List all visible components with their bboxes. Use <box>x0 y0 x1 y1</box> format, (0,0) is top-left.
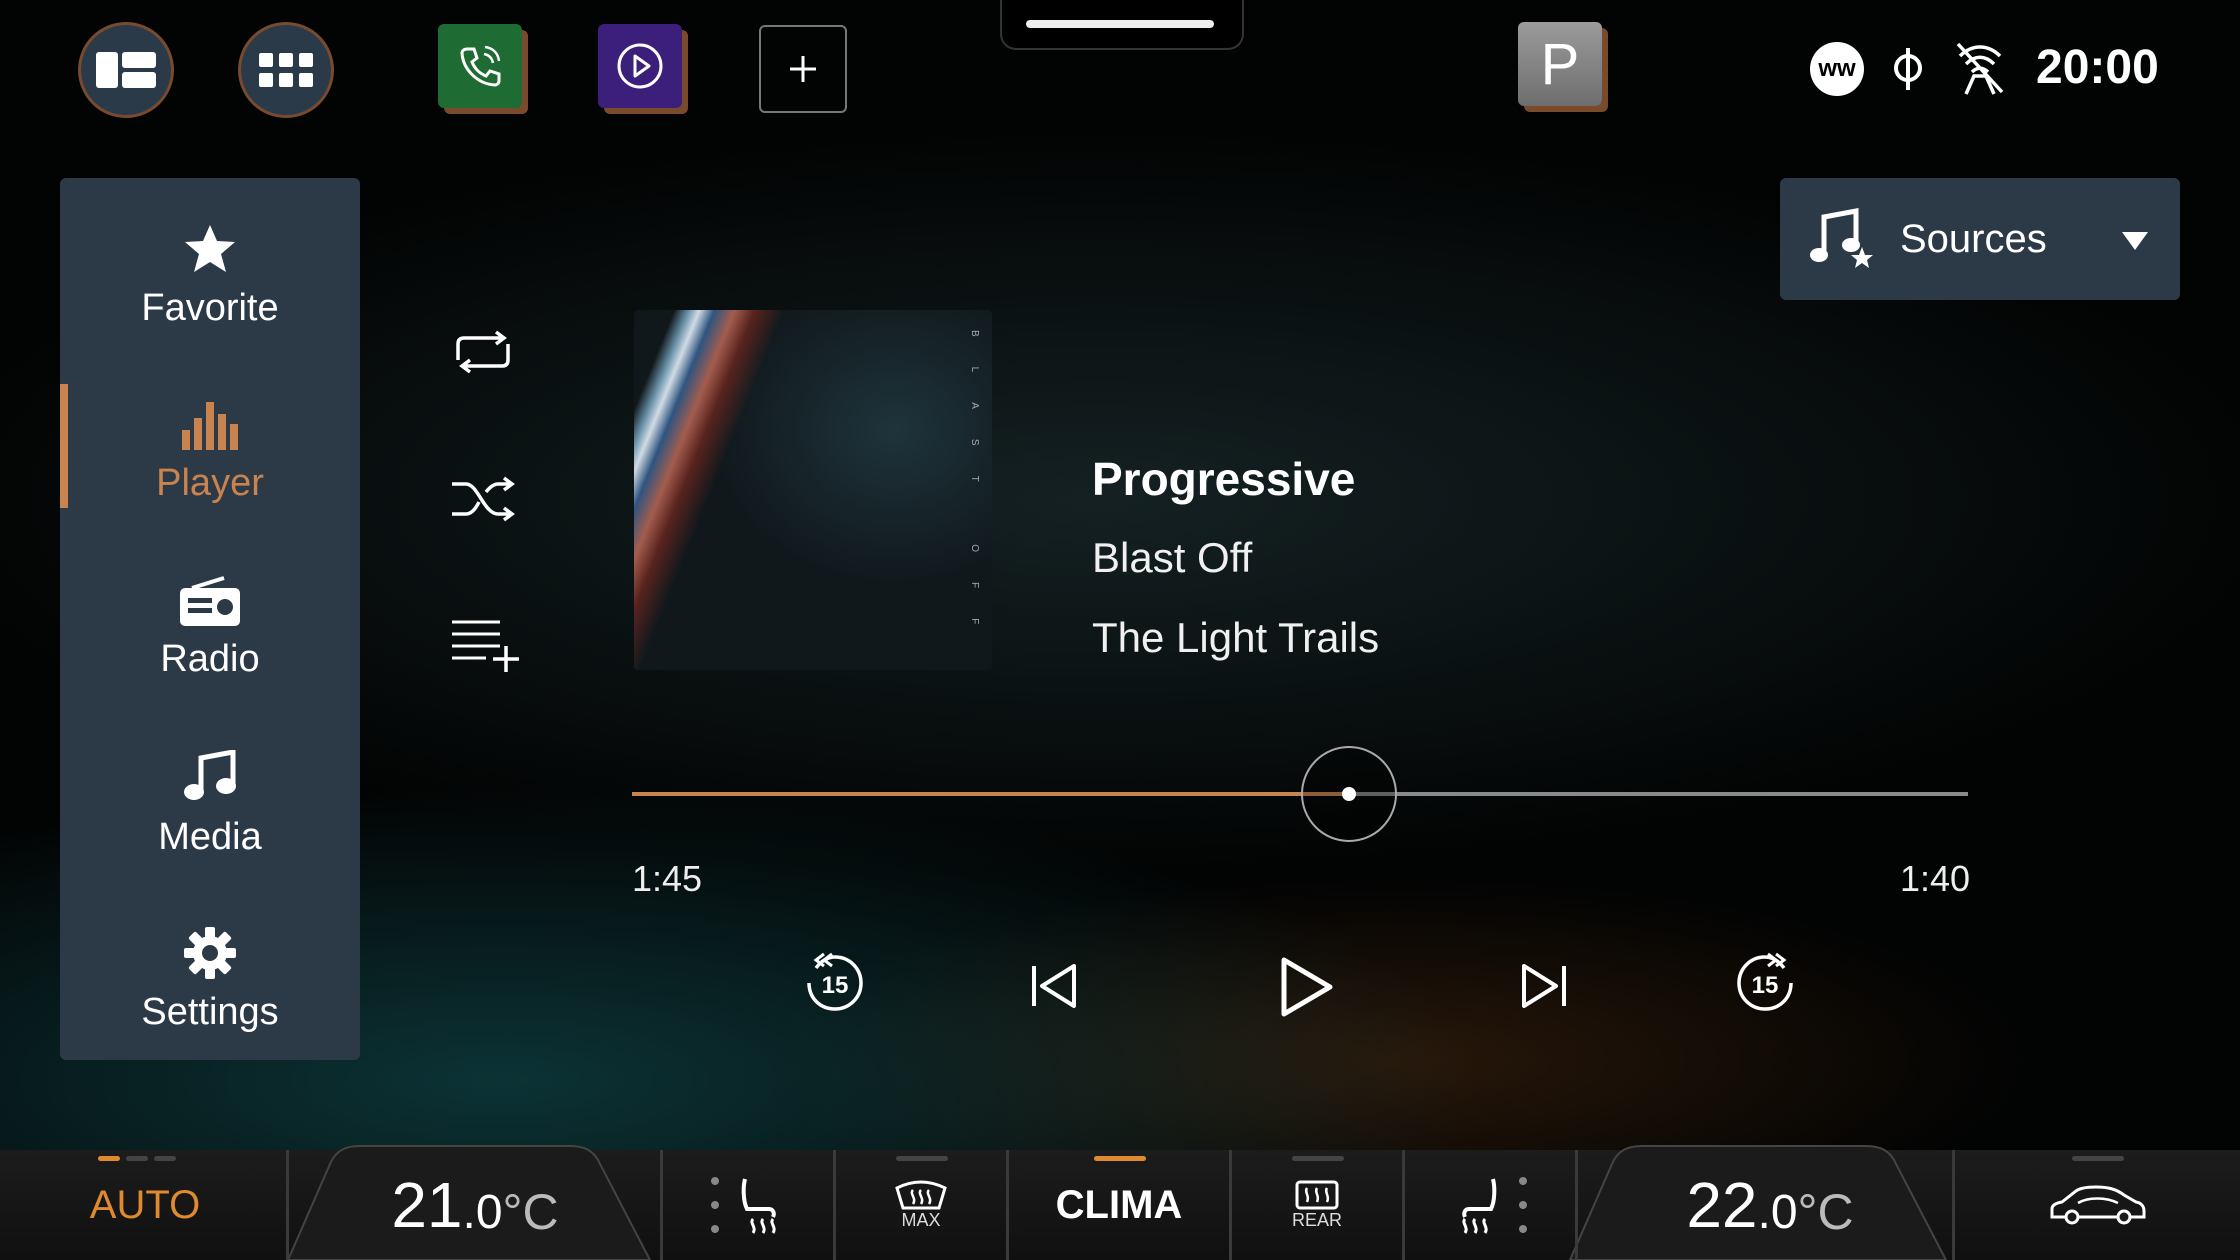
track-artist: The Light Trails <box>1092 614 1380 661</box>
layout-icon <box>96 52 156 88</box>
sidebar-item-media[interactable]: Media <box>60 716 360 892</box>
park-assist-button[interactable]: P <box>1518 22 1602 106</box>
add-to-playlist-icon[interactable] <box>452 618 524 672</box>
wireless-charging-icon <box>1894 48 1922 90</box>
sidebar-item-label: Media <box>158 815 262 858</box>
music-source-icon <box>1810 207 1873 268</box>
next-track-icon[interactable] <box>1520 962 1568 1010</box>
ww-status-badge: ww <box>1810 42 1864 96</box>
home-layout-button[interactable] <box>78 22 174 118</box>
sidebar-item-label: Favorite <box>141 286 279 329</box>
shuffle-icon[interactable] <box>450 476 516 522</box>
star-icon <box>185 224 235 272</box>
right-temp-unit: °C <box>1797 1184 1854 1240</box>
right-temp-decimal: .0 <box>1757 1185 1798 1239</box>
sources-label: Sources <box>1900 216 2047 261</box>
sidebar-item-settings[interactable]: Settings <box>60 892 360 1068</box>
max-defrost-button[interactable]: MAX <box>836 1150 1006 1260</box>
clima-menu-button[interactable]: CLIMA <box>1009 1150 1229 1260</box>
album-art-text: BLAST OFF <box>969 330 980 655</box>
svg-text:15: 15 <box>1752 972 1779 999</box>
park-label: P <box>1540 31 1580 97</box>
sidebar-item-favorite[interactable]: Favorite <box>60 188 360 364</box>
sidebar-item-label: Settings <box>141 990 279 1033</box>
progress-fill <box>632 792 1350 796</box>
sidebar-item-player[interactable]: Player <box>60 364 360 540</box>
remaining-time: 1:40 <box>1900 858 1971 899</box>
left-temp-value: 21 <box>391 1169 463 1241</box>
gear-icon <box>184 926 236 979</box>
plus-icon <box>790 56 816 82</box>
track-title: Progressive <box>1092 453 1356 505</box>
sidebar: Favorite Player Radio Media Settings <box>60 178 360 1060</box>
grid-icon <box>259 53 313 87</box>
repeat-icon[interactable] <box>450 330 516 374</box>
clock: 20:00 <box>2036 41 2159 94</box>
add-shortcut-button[interactable] <box>759 25 847 113</box>
max-label: MAX <box>901 1209 941 1230</box>
car-recirculation-icon <box>2050 1185 2145 1225</box>
media-app-button[interactable] <box>598 24 682 108</box>
recirculation-button[interactable] <box>1955 1150 2240 1260</box>
forward-15-icon[interactable]: 15 <box>1734 952 1796 1014</box>
equalizer-icon <box>182 401 238 450</box>
album-art: BLAST OFF <box>634 310 992 670</box>
music-note-icon <box>184 749 236 800</box>
ww-badge-text: ww <box>1818 55 1856 82</box>
phone-icon <box>460 45 501 87</box>
left-seat-heat-button[interactable] <box>663 1150 833 1260</box>
connectivity-off-icon <box>1956 42 2004 95</box>
rewind-15-icon[interactable]: 15 <box>804 952 866 1014</box>
climate-divider <box>286 1150 289 1260</box>
play-circle-icon <box>617 43 663 89</box>
previous-track-icon[interactable] <box>1030 962 1078 1010</box>
elapsed-time: 1:45 <box>632 858 703 899</box>
seat-heat-left-icon <box>711 1177 776 1234</box>
climate-divider <box>1575 1150 1578 1260</box>
windshield-defrost-icon <box>895 1180 947 1209</box>
auto-climate-button[interactable]: AUTO <box>40 1150 250 1260</box>
radio-icon <box>180 575 240 626</box>
rear-defrost-button[interactable]: REAR <box>1232 1150 1402 1260</box>
phone-app-button[interactable] <box>438 24 522 108</box>
left-temp-unit: °C <box>502 1184 559 1240</box>
track-album: Blast Off <box>1092 534 1253 581</box>
right-temp-value: 22 <box>1686 1169 1758 1241</box>
rear-defrost-icon <box>1295 1180 1339 1209</box>
seat-heat-right-icon <box>1462 1177 1527 1234</box>
pull-down-handle[interactable] <box>1026 20 1214 28</box>
right-seat-heat-button[interactable] <box>1405 1150 1575 1260</box>
rear-label: REAR <box>1291 1209 1342 1230</box>
app-grid-button[interactable] <box>238 22 334 118</box>
left-temperature[interactable]: 21 .0 °C <box>340 1150 610 1260</box>
svg-text:15: 15 <box>822 972 849 999</box>
clima-label: CLIMA <box>1055 1182 1183 1227</box>
chevron-down-icon <box>2122 232 2148 250</box>
sources-dropdown[interactable]: Sources <box>1780 178 2180 300</box>
right-temperature[interactable]: 22 .0 °C <box>1620 1150 1920 1260</box>
sidebar-item-radio[interactable]: Radio <box>60 540 360 716</box>
sidebar-item-label: Player <box>156 461 264 504</box>
auto-label: AUTO <box>89 1182 201 1227</box>
sidebar-item-label: Radio <box>160 637 260 680</box>
left-temp-decimal: .0 <box>462 1185 503 1239</box>
play-icon[interactable] <box>1278 956 1334 1018</box>
progress-knob[interactable] <box>1301 746 1398 842</box>
progress-knob-dot <box>1342 787 1357 801</box>
